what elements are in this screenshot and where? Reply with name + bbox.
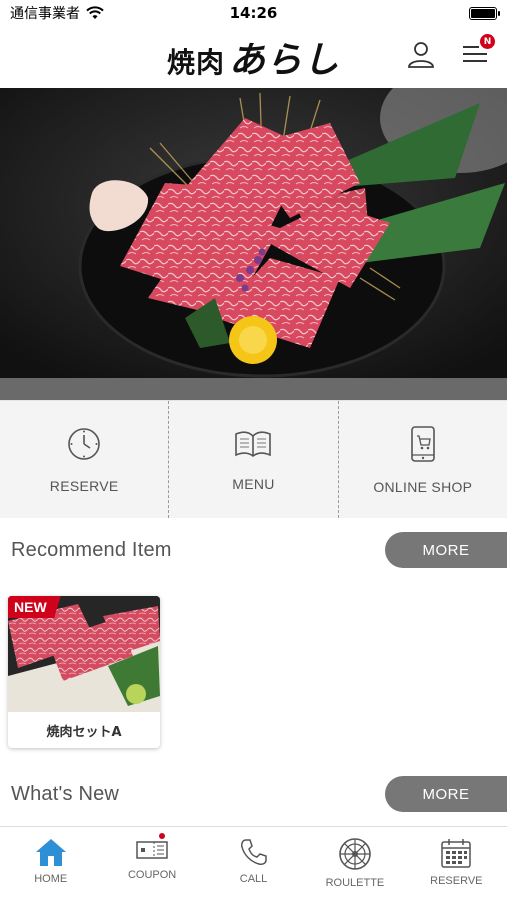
status-bar: 通信事業者 14:26 — [0, 0, 507, 26]
quick-online-shop-label: ONLINE SHOP — [373, 478, 473, 495]
status-left: 通信事業者 — [10, 3, 104, 23]
menu-button[interactable]: N — [459, 34, 495, 70]
tab-home[interactable]: HOME — [0, 827, 101, 900]
tab-home-label: HOME — [34, 873, 68, 885]
home-icon — [35, 839, 66, 866]
tab-coupon[interactable]: COUPON — [101, 827, 202, 900]
tab-call[interactable]: CALL — [203, 827, 304, 900]
whats-new-section-header: What's New MORE — [0, 776, 507, 812]
whats-new-more-button[interactable]: MORE — [385, 776, 507, 812]
tab-roulette[interactable]: ROULETTE — [304, 827, 405, 900]
coupon-icon — [136, 841, 168, 859]
carrier-name: 通信事業者 — [10, 6, 80, 22]
tab-roulette-label: ROULETTE — [325, 877, 385, 889]
recommend-item-image: NEW — [8, 596, 160, 712]
quick-menu-label: MENU — [232, 475, 275, 492]
logo-arashi: あらし — [229, 39, 341, 81]
tab-reserve[interactable]: RESERVE — [406, 827, 507, 900]
roulette-icon — [339, 838, 371, 870]
notification-badge: N — [480, 34, 495, 49]
quick-online-shop-button[interactable]: ONLINE SHOP — [339, 401, 507, 518]
header-actions: N — [405, 34, 495, 70]
tab-coupon-label: COUPON — [127, 869, 177, 881]
calendar-icon — [441, 839, 472, 868]
user-icon — [408, 42, 434, 68]
brand-logo[interactable]: 焼肉 あらし — [167, 31, 340, 83]
battery-icon — [469, 6, 500, 20]
clock-icon — [68, 427, 100, 460]
quick-reserve-label: RESERVE — [49, 477, 119, 494]
phone-cart-icon — [411, 425, 435, 462]
tab-bar: HOME COUPON CALL ROULETTE RESERVE — [0, 826, 507, 900]
quick-nav: RESERVE MENU ONLINE SHOP — [0, 400, 507, 518]
quick-menu-button[interactable]: MENU — [169, 401, 339, 518]
book-icon — [235, 430, 272, 457]
quick-reserve-button[interactable]: RESERVE — [0, 401, 170, 518]
recommend-item-card[interactable]: NEW 焼肉セットA — [8, 596, 160, 748]
logo-yakiniku: 焼肉 — [166, 46, 225, 79]
recommend-item-name: 焼肉セットA — [46, 724, 122, 740]
recommend-title: Recommend Item — [11, 538, 172, 561]
recommend-section-header: Recommend Item MORE — [0, 532, 507, 568]
hero-meat-platter — [0, 88, 507, 378]
hero-image — [0, 88, 507, 378]
whats-new-title: What's New — [11, 782, 120, 805]
wifi-icon — [86, 6, 104, 19]
tab-call-label: CALL — [239, 873, 268, 885]
hero-divider — [0, 378, 507, 400]
new-badge: NEW — [8, 596, 61, 618]
account-button[interactable] — [405, 38, 437, 70]
recommend-more-button[interactable]: MORE — [385, 532, 507, 568]
tab-reserve-label: RESERVE — [430, 875, 483, 887]
app-header: 焼肉 あらし N — [0, 26, 507, 88]
phone-icon — [240, 839, 267, 865]
